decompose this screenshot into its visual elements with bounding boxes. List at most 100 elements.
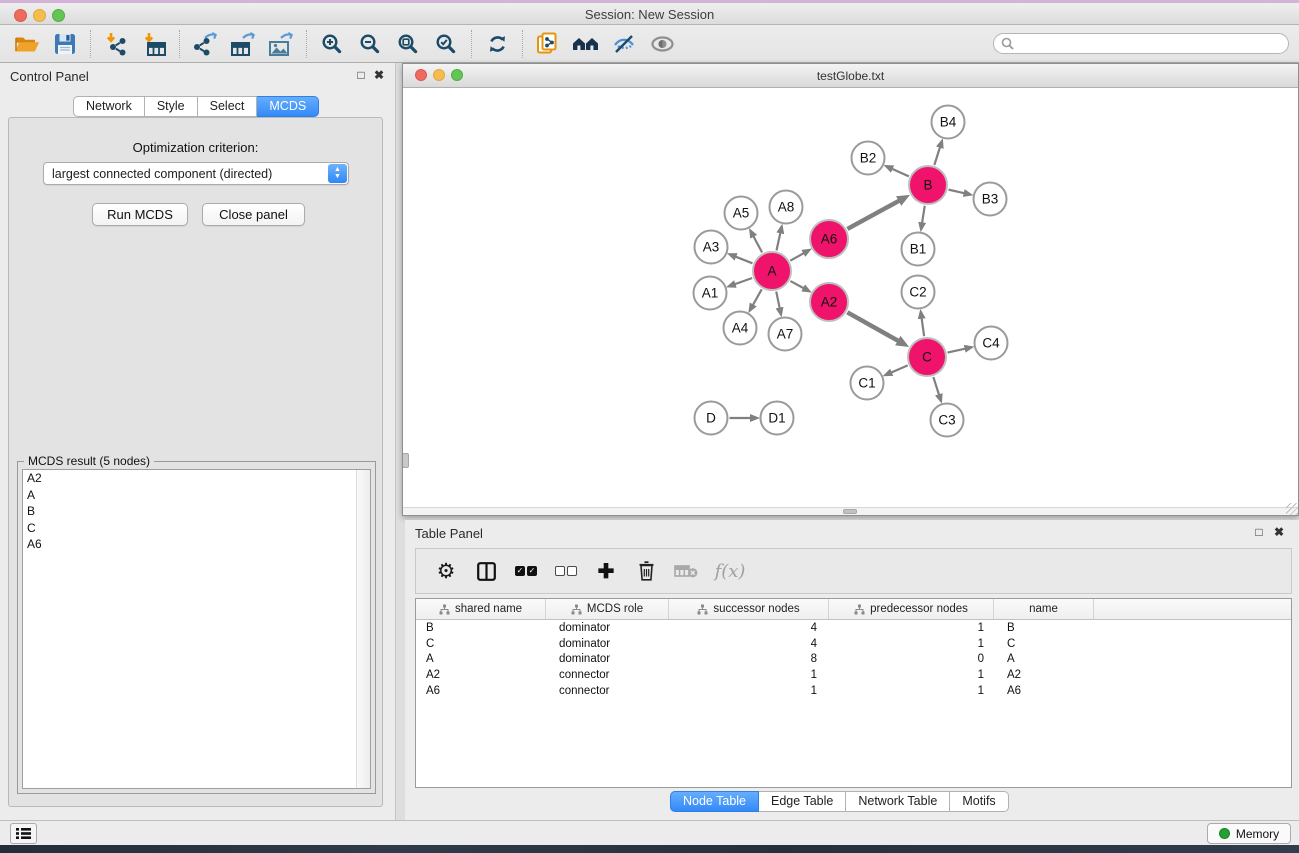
table-row[interactable]: A dominator 8 0 A: [416, 652, 1291, 668]
graph-edge-B-B2[interactable]: [892, 169, 909, 177]
tab-select[interactable]: Select: [198, 96, 258, 117]
graph-edge-A-A8[interactable]: [776, 233, 780, 251]
graph-node-B3[interactable]: B3: [974, 183, 1007, 216]
float-panel-icon[interactable]: □: [353, 68, 369, 82]
run-mcds-button[interactable]: Run MCDS: [92, 203, 188, 226]
network-horizontal-scrollbar-thumb[interactable]: [843, 509, 857, 514]
column-header-successor-nodes[interactable]: successor nodes: [669, 599, 829, 619]
zoom-fit-button[interactable]: [389, 28, 427, 60]
zoom-selected-button[interactable]: [427, 28, 465, 60]
save-session-button[interactable]: [46, 28, 84, 60]
close-panel-button[interactable]: Close panel: [202, 203, 305, 226]
resize-grip-icon[interactable]: [1286, 503, 1298, 515]
import-table-button[interactable]: [135, 28, 173, 60]
graph-node-C3[interactable]: C3: [931, 404, 964, 437]
graph-node-A6[interactable]: A6: [810, 220, 848, 258]
graph-node-B4[interactable]: B4: [932, 106, 965, 139]
delete-column-button[interactable]: [626, 553, 666, 589]
export-table-button[interactable]: [224, 28, 262, 60]
graph-node-C4[interactable]: C4: [975, 327, 1008, 360]
graph-edge-B-B3[interactable]: [948, 190, 964, 194]
graph-node-B2[interactable]: B2: [852, 142, 885, 175]
search-input[interactable]: [1014, 36, 1288, 52]
graph-edge-C-C1[interactable]: [891, 365, 907, 372]
graph-edge-A-A7[interactable]: [776, 292, 779, 308]
open-session-button[interactable]: [8, 28, 46, 60]
list-item[interactable]: C: [23, 520, 370, 537]
list-item[interactable]: B: [23, 503, 370, 520]
graph-edge-A-A2[interactable]: [790, 281, 803, 288]
graph-node-A3[interactable]: A3: [695, 231, 728, 264]
graph-edge-A-A6[interactable]: [790, 253, 803, 261]
task-history-button[interactable]: [10, 823, 37, 844]
network-vertical-scrollbar-thumb[interactable]: [403, 453, 409, 468]
list-item[interactable]: A6: [23, 536, 370, 553]
column-header-shared-name[interactable]: shared name: [416, 599, 546, 619]
tab-motifs[interactable]: Motifs: [950, 791, 1008, 812]
graph-edge-A-A1[interactable]: [735, 278, 752, 284]
graph-edge-B-B1[interactable]: [922, 206, 925, 223]
graph-edge-C-C2[interactable]: [922, 318, 924, 336]
graph-node-B1[interactable]: B1: [902, 233, 935, 266]
table-row[interactable]: A2 connector 1 1 A2: [416, 667, 1291, 683]
graph-node-C1[interactable]: C1: [851, 367, 884, 400]
graph-node-C2[interactable]: C2: [902, 276, 935, 309]
graph-node-C[interactable]: C: [908, 338, 946, 376]
tab-network[interactable]: Network: [73, 96, 145, 117]
tab-network-table[interactable]: Network Table: [846, 791, 950, 812]
zoom-in-button[interactable]: [313, 28, 351, 60]
show-columns-button[interactable]: [466, 553, 506, 589]
tab-mcds[interactable]: MCDS: [257, 96, 319, 117]
list-item[interactable]: A: [23, 487, 370, 504]
graph-node-A1[interactable]: A1: [694, 277, 727, 310]
float-table-panel-icon[interactable]: □: [1251, 525, 1267, 539]
graph-edge-B-B4[interactable]: [934, 147, 940, 165]
select-all-rows-button[interactable]: ✓ ✓: [506, 553, 546, 589]
import-network-button[interactable]: [97, 28, 135, 60]
graph-edge-A-A3[interactable]: [736, 257, 753, 264]
graph-edge-A-A5[interactable]: [753, 236, 762, 252]
result-list-scrollbar[interactable]: [356, 470, 370, 788]
column-header-mcds-role[interactable]: MCDS role: [546, 599, 669, 619]
apply-function-button[interactable]: f(x): [706, 553, 754, 589]
create-column-button[interactable]: ✚: [586, 553, 626, 589]
table-row[interactable]: A6 connector 1 1 A6: [416, 683, 1291, 699]
graph-node-D1[interactable]: D1: [761, 402, 794, 435]
memory-button[interactable]: Memory: [1207, 823, 1291, 844]
show-panels-button[interactable]: [643, 28, 681, 60]
criterion-dropdown[interactable]: largest connected component (directed) ▲…: [43, 162, 349, 185]
close-panel-icon[interactable]: ✖: [371, 68, 387, 82]
graph-node-A4[interactable]: A4: [724, 312, 757, 345]
graph-node-A2[interactable]: A2: [810, 283, 848, 321]
tab-style[interactable]: Style: [145, 96, 198, 117]
graph-node-A8[interactable]: A8: [770, 191, 803, 224]
graph-node-A[interactable]: A: [753, 252, 791, 290]
deselect-all-rows-button[interactable]: [546, 553, 586, 589]
export-network-button[interactable]: [186, 28, 224, 60]
graph-edge-A2-C[interactable]: [847, 312, 898, 341]
graph-node-D[interactable]: D: [695, 402, 728, 435]
graph-edge-A-A4[interactable]: [753, 289, 762, 305]
list-item[interactable]: A2: [23, 470, 370, 487]
close-table-panel-icon[interactable]: ✖: [1271, 525, 1287, 539]
refresh-view-button[interactable]: [478, 28, 516, 60]
graph-edge-A6-B[interactable]: [847, 201, 899, 229]
network-canvas[interactable]: A5 A8 A3 A1A4 A7 A A6 A2 B B2 B4 B3 B1 C C2 C4 C1 C3 D D1: [403, 88, 1298, 508]
graph-node-A5[interactable]: A5: [725, 197, 758, 230]
tab-node-table[interactable]: Node Table: [670, 791, 759, 812]
search-field[interactable]: [993, 33, 1289, 54]
column-header-name[interactable]: name: [994, 599, 1094, 619]
delete-table-button[interactable]: [666, 553, 706, 589]
hide-panels-button[interactable]: [605, 28, 643, 60]
graph-edge-C-C4[interactable]: [948, 349, 966, 353]
column-header-predecessor-nodes[interactable]: predecessor nodes: [829, 599, 994, 619]
export-image-button[interactable]: [262, 28, 300, 60]
graph-node-B[interactable]: B: [909, 166, 947, 204]
graph-node-A7[interactable]: A7: [769, 318, 802, 351]
table-row[interactable]: C dominator 4 1 C: [416, 636, 1291, 652]
clone-network-button[interactable]: [529, 28, 567, 60]
table-row[interactable]: B dominator 4 1 B: [416, 620, 1291, 636]
network-graph[interactable]: A5 A8 A3 A1A4 A7 A A6 A2 B B2 B4 B3 B1 C C2 C4 C1 C3 D D1: [403, 88, 1298, 508]
table-settings-button[interactable]: ⚙: [426, 553, 466, 589]
home-layout-button[interactable]: [567, 28, 605, 60]
